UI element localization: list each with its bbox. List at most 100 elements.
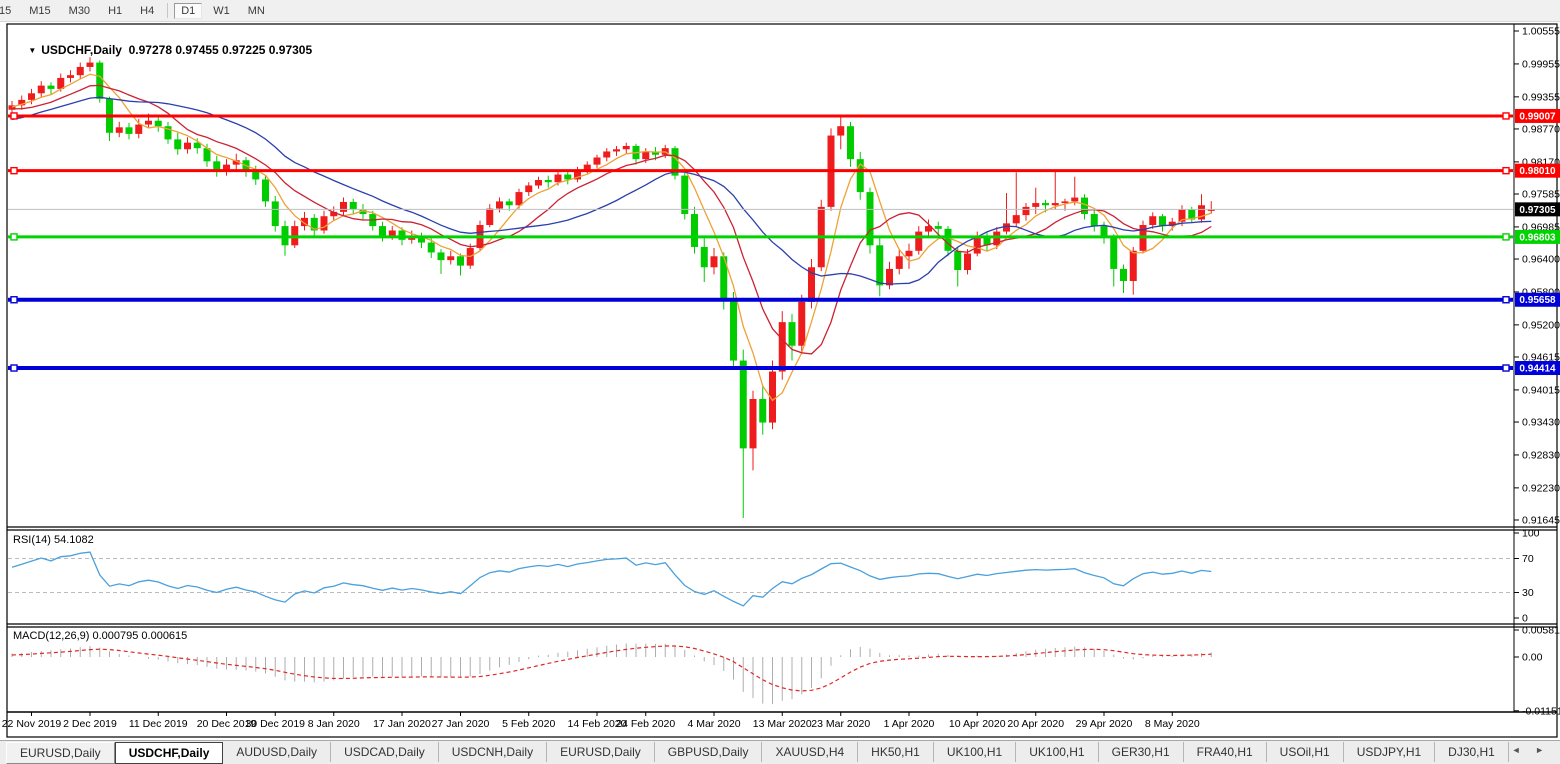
candle-up bbox=[895, 256, 903, 269]
candle-up bbox=[915, 231, 923, 251]
candle-down bbox=[934, 226, 942, 229]
candle-down bbox=[944, 228, 952, 251]
price-axis-label: 0.94015 bbox=[1522, 384, 1560, 396]
candle-up bbox=[642, 151, 650, 160]
candle-up bbox=[603, 151, 611, 158]
candle-down bbox=[1042, 203, 1049, 206]
macd-axis-label: 0.005818 bbox=[1522, 625, 1560, 637]
candle-down bbox=[544, 179, 552, 183]
candle-up bbox=[1149, 216, 1157, 226]
date-axis-label: 30 Dec 2019 bbox=[245, 718, 305, 730]
date-axis-label: 13 Mar 2020 bbox=[753, 718, 812, 730]
candle-up bbox=[535, 179, 542, 186]
candle-down bbox=[739, 360, 747, 449]
candle-down bbox=[759, 398, 767, 423]
price-axis-label: 0.95200 bbox=[1522, 319, 1560, 331]
line-handle[interactable] bbox=[10, 296, 18, 304]
price-badge-text: 0.94414 bbox=[1519, 364, 1556, 375]
candle-up bbox=[1003, 223, 1010, 232]
candle-up bbox=[37, 85, 45, 94]
candle-down bbox=[154, 120, 162, 127]
price-axis-label: 0.92230 bbox=[1522, 482, 1560, 494]
candle-up bbox=[184, 142, 191, 150]
rsi-axis-label: 70 bbox=[1522, 553, 1534, 565]
candle-down bbox=[379, 226, 386, 236]
candle-up bbox=[1022, 206, 1030, 216]
candle-down bbox=[700, 246, 708, 268]
price-axis-label: 0.91645 bbox=[1522, 514, 1560, 526]
candle-up bbox=[1071, 197, 1079, 202]
candle-up bbox=[1129, 250, 1137, 281]
price-axis-label: 0.93430 bbox=[1522, 417, 1560, 429]
candle-up bbox=[496, 201, 503, 209]
candle-down bbox=[954, 250, 962, 271]
price-axis-label: 0.96400 bbox=[1522, 254, 1560, 266]
line-handle[interactable] bbox=[10, 166, 18, 175]
date-axis-label: 17 Jan 2020 bbox=[373, 718, 431, 730]
candle-up bbox=[798, 301, 806, 346]
candle-up bbox=[886, 268, 893, 286]
chart-title: ▼ USDCHF,Daily 0.97278 0.97455 0.97225 0.… bbox=[15, 29, 312, 71]
date-axis-label: 23 Mar 2020 bbox=[811, 718, 870, 730]
symbol-dropdown-icon[interactable]: ▼ bbox=[28, 46, 36, 55]
line-handle[interactable] bbox=[1502, 166, 1510, 175]
candle-down bbox=[271, 201, 279, 227]
chart-canvas[interactable]: 1.005550.999550.993550.987700.981700.975… bbox=[0, 0, 1560, 764]
line-handle[interactable] bbox=[1502, 364, 1510, 372]
candle-down bbox=[427, 242, 435, 253]
line-handle[interactable] bbox=[10, 112, 18, 120]
date-axis-label: 8 May 2020 bbox=[1145, 718, 1200, 730]
candle-down bbox=[788, 322, 796, 346]
candle-up bbox=[340, 201, 347, 212]
rsi-axis-label: 100 bbox=[1522, 528, 1540, 540]
date-axis-label: 4 Mar 2020 bbox=[687, 718, 740, 730]
date-axis-label: 10 Apr 2020 bbox=[949, 718, 1006, 730]
candle-up bbox=[622, 145, 630, 150]
candle-up bbox=[515, 192, 523, 206]
candle-up bbox=[905, 250, 913, 257]
candle-down bbox=[730, 300, 737, 361]
candle-down bbox=[564, 174, 572, 180]
price-axis-label: 0.92830 bbox=[1522, 449, 1560, 461]
date-axis-label: 2 Dec 2019 bbox=[63, 718, 117, 730]
price-axis-label: 0.98770 bbox=[1522, 123, 1560, 135]
candle-up bbox=[1051, 203, 1059, 206]
date-axis-label: 20 Apr 2020 bbox=[1007, 718, 1064, 730]
chart-frame bbox=[6, 23, 1558, 738]
date-axis-label: 5 Feb 2020 bbox=[502, 718, 555, 730]
candle-up bbox=[613, 149, 620, 152]
rsi-axis-label: 30 bbox=[1522, 587, 1534, 599]
candle-up bbox=[964, 253, 971, 271]
candle-down bbox=[876, 245, 884, 286]
candle-up bbox=[447, 256, 455, 261]
date-axis-label: 22 Nov 2019 bbox=[2, 718, 62, 730]
candle-down bbox=[1110, 237, 1118, 269]
candle-down bbox=[691, 214, 698, 247]
price-axis-label: 0.97585 bbox=[1522, 188, 1560, 200]
price-badge-text: 0.95658 bbox=[1519, 295, 1556, 306]
date-axis-label: 24 Feb 2020 bbox=[616, 718, 675, 730]
line-handle[interactable] bbox=[1502, 112, 1510, 120]
price-badge-text: 0.96803 bbox=[1519, 232, 1556, 243]
candle-down bbox=[47, 85, 55, 89]
price-badge-text: 0.98010 bbox=[1519, 166, 1556, 177]
candle-up bbox=[115, 127, 123, 133]
line-handle[interactable] bbox=[10, 233, 18, 241]
candle-up bbox=[1032, 203, 1040, 207]
date-axis-label: 27 Jan 2020 bbox=[432, 718, 490, 730]
date-axis-label: 29 Apr 2020 bbox=[1076, 718, 1133, 730]
line-handle[interactable] bbox=[10, 364, 18, 372]
candle-down bbox=[252, 171, 260, 180]
candle-up bbox=[778, 322, 786, 372]
rsi-axis-label: 0 bbox=[1522, 613, 1528, 625]
line-handle[interactable] bbox=[1502, 233, 1510, 241]
chart-symbol-label: USDCHF,Daily bbox=[41, 43, 122, 57]
date-axis-label: 8 Jan 2020 bbox=[308, 718, 360, 730]
candle-up bbox=[486, 208, 494, 226]
candle-down bbox=[349, 201, 357, 210]
candle-up bbox=[525, 185, 533, 193]
candle-down bbox=[1090, 214, 1098, 227]
price-axis-label: 0.99355 bbox=[1522, 91, 1560, 103]
line-handle[interactable] bbox=[1502, 296, 1510, 304]
macd-axis-label: 0.00 bbox=[1522, 652, 1543, 664]
